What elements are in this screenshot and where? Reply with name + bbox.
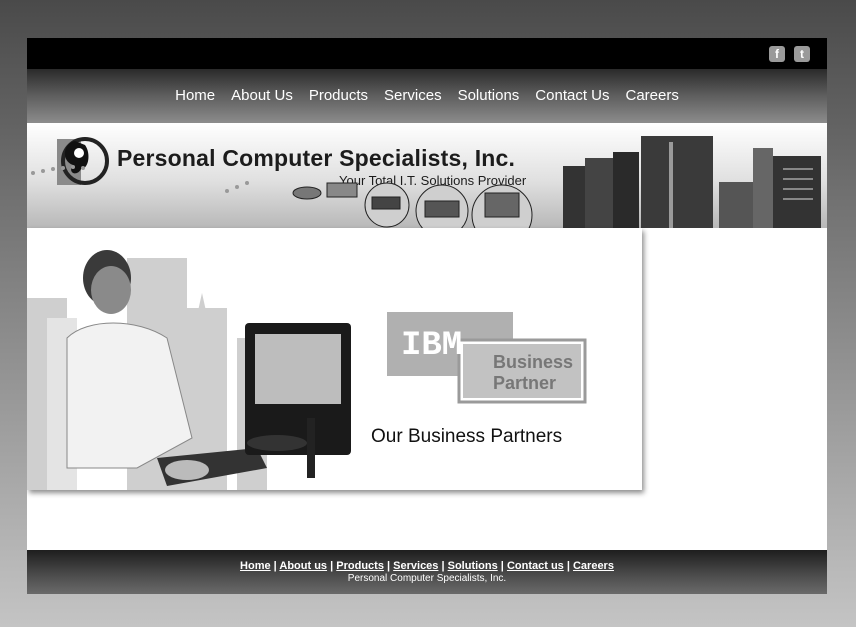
footer-link-services[interactable]: Services xyxy=(393,560,438,572)
ibm-business-partner-logo: IBM Business Partner xyxy=(387,312,587,404)
nav-careers[interactable]: Careers xyxy=(626,69,679,123)
footer-separator: | xyxy=(438,560,448,572)
footer-link-contact-us[interactable]: Contact us xyxy=(507,560,564,572)
nav-home[interactable]: Home xyxy=(175,69,215,123)
nav-services[interactable]: Services xyxy=(384,69,442,123)
nav-contact-us[interactable]: Contact Us xyxy=(535,69,609,123)
nav-about-us[interactable]: About Us xyxy=(231,69,293,123)
footer-link-careers[interactable]: Careers xyxy=(573,560,614,572)
support-agent-image xyxy=(27,250,351,490)
main-content: IBM Business Partner Our Business Partne… xyxy=(27,228,642,490)
site-container: f t Home About Us Products Services Solution… xyxy=(27,38,827,594)
footer-separator: | xyxy=(563,560,573,572)
twitter-icon[interactable]: t xyxy=(794,46,810,62)
section-title: Our Business Partners xyxy=(371,426,563,447)
footer-copyright: Personal Computer Specialists, Inc. xyxy=(347,573,507,584)
footer-separator: | xyxy=(327,560,337,572)
business-text: Business xyxy=(493,352,573,372)
footer-link-solutions[interactable]: Solutions xyxy=(448,560,498,572)
footer-link-home[interactable]: Home xyxy=(240,560,271,572)
footer-link-products[interactable]: Products xyxy=(336,560,384,572)
main-nav: Home About Us Products Services Solutions Con… xyxy=(27,69,827,123)
footer: Home | About us | Products | Services | … xyxy=(27,550,827,594)
footer-links: Home | About us | Products | Services | … xyxy=(27,560,827,572)
top-bar: f t xyxy=(27,38,827,69)
server-racks-image xyxy=(563,136,821,228)
header-banner: Personal Computer Specialists, Inc. Your… xyxy=(27,123,827,228)
nav-solutions[interactable]: Solutions xyxy=(458,69,520,123)
partner-text: Partner xyxy=(493,373,556,393)
facebook-icon[interactable]: f xyxy=(769,46,785,62)
nav-products[interactable]: Products xyxy=(309,69,368,123)
footer-link-about-us[interactable]: About us xyxy=(279,560,327,572)
footer-separator: | xyxy=(383,560,394,572)
footer-separator: | xyxy=(497,560,507,572)
ibm-text: IBM xyxy=(401,327,462,365)
product-thumbnails xyxy=(292,182,533,228)
